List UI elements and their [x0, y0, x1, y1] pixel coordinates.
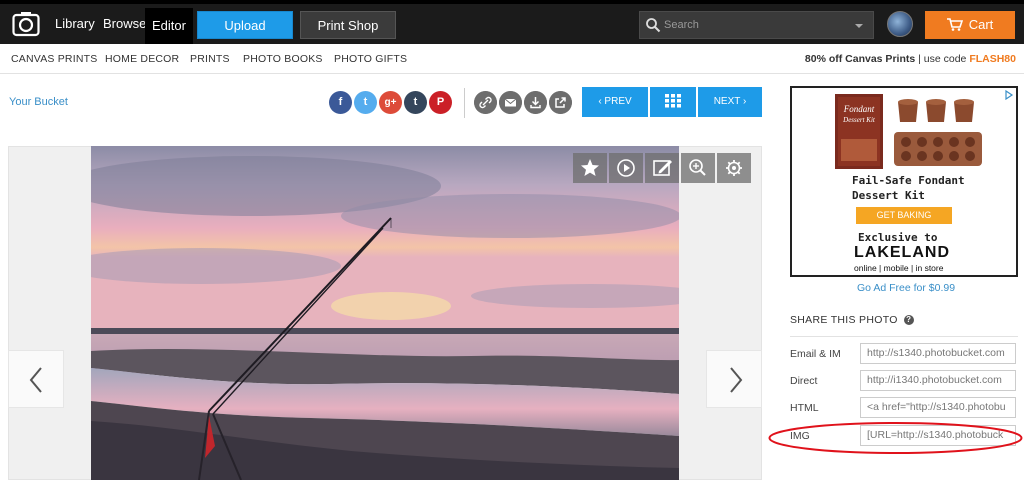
link-icon[interactable] — [474, 91, 497, 114]
subnav-prints[interactable]: PRINTS — [190, 53, 230, 65]
tumblr-glyph: t — [413, 96, 418, 108]
help-icon[interactable]: ? — [903, 315, 914, 326]
next-photo-arrow[interactable] — [706, 350, 762, 408]
dessert-cups-mould-image — [894, 99, 982, 166]
ad-channels-text: online | mobile | in store — [854, 263, 944, 273]
edit-icon — [653, 160, 672, 176]
favorite-star-button[interactable] — [573, 153, 607, 183]
ad-choices-icon[interactable] — [1004, 90, 1014, 100]
photobucket-logo-icon[interactable] — [12, 11, 40, 37]
sub-navbar: CANVAS PRINTS HOME DECOR PRINTS PHOTO BO… — [0, 44, 1024, 74]
search-icon[interactable] — [645, 17, 661, 33]
cart-icon — [946, 17, 963, 31]
ad-headline-line2: Dessert Kit — [852, 189, 925, 202]
prev-button[interactable]: ‹ PREV — [582, 87, 648, 117]
your-bucket-link[interactable]: Your Bucket — [9, 96, 68, 108]
nav-library[interactable]: Library — [55, 16, 95, 31]
email-im-label: Email & IM — [790, 348, 841, 360]
subnav-photo-gifts[interactable]: PHOTO GIFTS — [334, 53, 407, 65]
previous-photo-arrow[interactable] — [8, 350, 64, 408]
nav-editor[interactable]: Editor — [145, 8, 193, 44]
lakeland-advertisement[interactable]: Fondant Dessert Kit Fail-Safe Fondant Des… — [790, 86, 1018, 277]
star-icon — [581, 159, 599, 176]
settings-button[interactable] — [717, 153, 751, 183]
subnav-home-decor[interactable]: HOME DECOR — [105, 53, 179, 65]
zoom-button[interactable] — [681, 153, 715, 183]
svg-text:Fondant: Fondant — [843, 104, 875, 114]
gear-icon — [726, 160, 742, 176]
next-button[interactable]: NEXT › — [698, 87, 762, 117]
twitter-icon[interactable]: t — [354, 91, 377, 114]
direct-link-label: Direct — [790, 375, 818, 387]
pinterest-icon[interactable]: P — [429, 91, 452, 114]
facebook-glyph: f — [338, 96, 343, 108]
edit-photo-button[interactable] — [645, 153, 679, 183]
promo-code: FLASH80 — [969, 53, 1016, 65]
search-scope-caret-icon[interactable] — [855, 24, 863, 28]
cart-label: Cart — [968, 17, 994, 32]
chevron-right-icon — [730, 367, 743, 393]
ad-exclusive-text: Exclusive to — [858, 231, 938, 244]
download-icon[interactable] — [524, 91, 547, 114]
sunset-fishing-photo — [91, 146, 679, 480]
pinterest-glyph: P — [436, 96, 445, 108]
search-box[interactable] — [639, 11, 874, 39]
grid-view-button[interactable] — [650, 87, 696, 117]
email-im-field[interactable]: http://s1340.photobucket.com — [860, 343, 1016, 364]
tumblr-icon[interactable]: t — [404, 91, 427, 114]
toolbar-divider — [464, 88, 465, 118]
main-photo[interactable] — [91, 146, 679, 480]
promo-separator: | use code — [915, 53, 970, 65]
play-circle-icon — [617, 159, 635, 177]
print-shop-button[interactable]: Print Shop — [300, 11, 396, 39]
chevron-left-icon — [29, 367, 42, 393]
promo-text: 80% off Canvas Prints — [804, 53, 916, 65]
subnav-canvas-prints[interactable]: CANVAS PRINTS — [11, 53, 97, 65]
red-annotation-circle — [768, 422, 1023, 454]
grid-icon — [665, 94, 681, 108]
upload-button[interactable]: Upload — [197, 11, 293, 39]
promo-banner[interactable]: 80% off Canvas Prints | use code FLASH80 — [805, 53, 1016, 65]
direct-link-field[interactable]: http://i1340.photobucket.com — [860, 370, 1016, 391]
ad-headline: Fail-Safe Fondant Dessert Kit — [852, 173, 965, 203]
ad-brand-logo: LAKELAND — [854, 244, 950, 261]
google-plus-icon[interactable]: g+ — [379, 91, 402, 114]
fondant-kit-box-image: Fondant Dessert Kit — [835, 94, 883, 169]
share-this-photo-heading: SHARE THIS PHOTO? — [790, 314, 914, 326]
svg-text:Dessert Kit: Dessert Kit — [842, 116, 876, 124]
go-ad-free-link[interactable]: Go Ad Free for $0.99 — [857, 282, 955, 294]
html-code-field[interactable]: <a href="http://s1340.photobu — [860, 397, 1016, 418]
cart-button[interactable]: Cart — [925, 11, 1015, 39]
get-baking-button[interactable]: GET BAKING — [856, 207, 952, 224]
twitter-glyph: t — [363, 96, 368, 108]
share-divider — [790, 336, 1018, 337]
avatar[interactable] — [887, 11, 913, 37]
html-code-label: HTML — [790, 402, 819, 414]
google-plus-glyph: g+ — [384, 97, 397, 108]
nav-browse[interactable]: Browse — [103, 16, 146, 31]
share-heading-text: SHARE THIS PHOTO — [790, 314, 898, 326]
slideshow-button[interactable] — [609, 153, 643, 183]
share-out-icon[interactable] — [549, 91, 572, 114]
email-icon[interactable] — [499, 91, 522, 114]
zoom-in-icon — [689, 159, 706, 176]
ad-headline-line1: Fail-Safe Fondant — [852, 174, 965, 187]
subnav-photo-books[interactable]: PHOTO BOOKS — [243, 53, 323, 65]
top-navbar: Library Browse Editor Upload Print Shop … — [0, 0, 1024, 44]
facebook-icon[interactable]: f — [329, 91, 352, 114]
search-input[interactable] — [664, 14, 844, 36]
